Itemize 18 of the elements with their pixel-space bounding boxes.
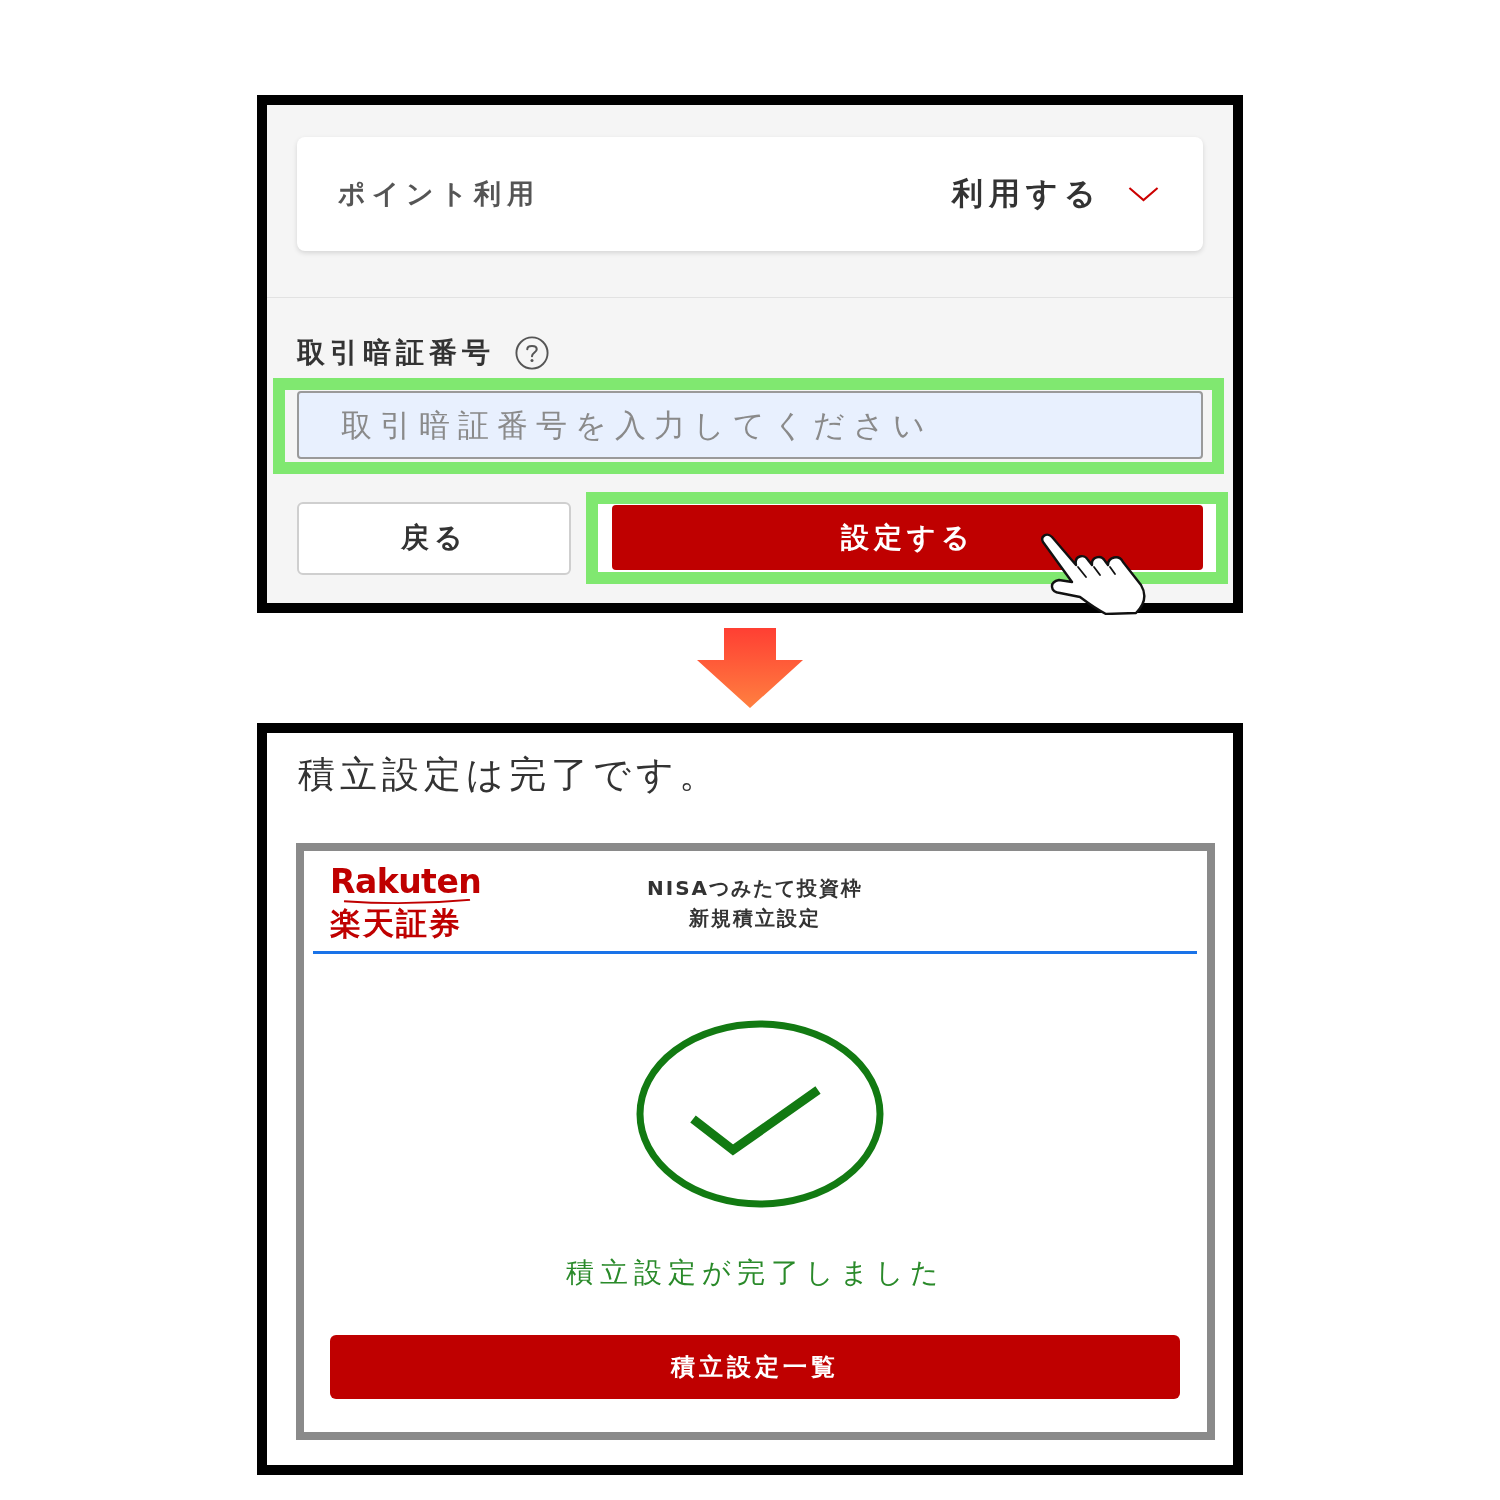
completion-message: 積立設定は完了です。 — [298, 752, 722, 798]
list-button[interactable]: 積立設定一覧 — [330, 1335, 1180, 1399]
logo-subtitle: 楽天証券 — [330, 905, 462, 941]
down-arrow-icon — [697, 628, 803, 708]
check-circle-icon — [635, 1020, 884, 1208]
screen-title: 新規積立設定 — [689, 905, 821, 932]
point-usage-dropdown[interactable]: 利用する — [952, 173, 1159, 215]
help-icon[interactable] — [515, 336, 549, 370]
back-button[interactable]: 戻る — [297, 501, 571, 575]
point-usage-label: ポイント利用 — [338, 177, 540, 211]
submit-button[interactable]: 設定する — [612, 505, 1203, 570]
pin-label: 取引暗証番号 — [297, 334, 495, 371]
status-message: 積立設定が完了しました — [566, 1255, 945, 1291]
screen-title: NISAつみたて投資枠 — [646, 875, 864, 902]
swoosh-icon — [342, 899, 472, 905]
logo-wordmark: Rakuten — [330, 865, 482, 899]
pin-input-field[interactable]: 取引暗証番号を入力してください — [297, 391, 1203, 459]
chevron-down-icon — [1128, 186, 1159, 202]
